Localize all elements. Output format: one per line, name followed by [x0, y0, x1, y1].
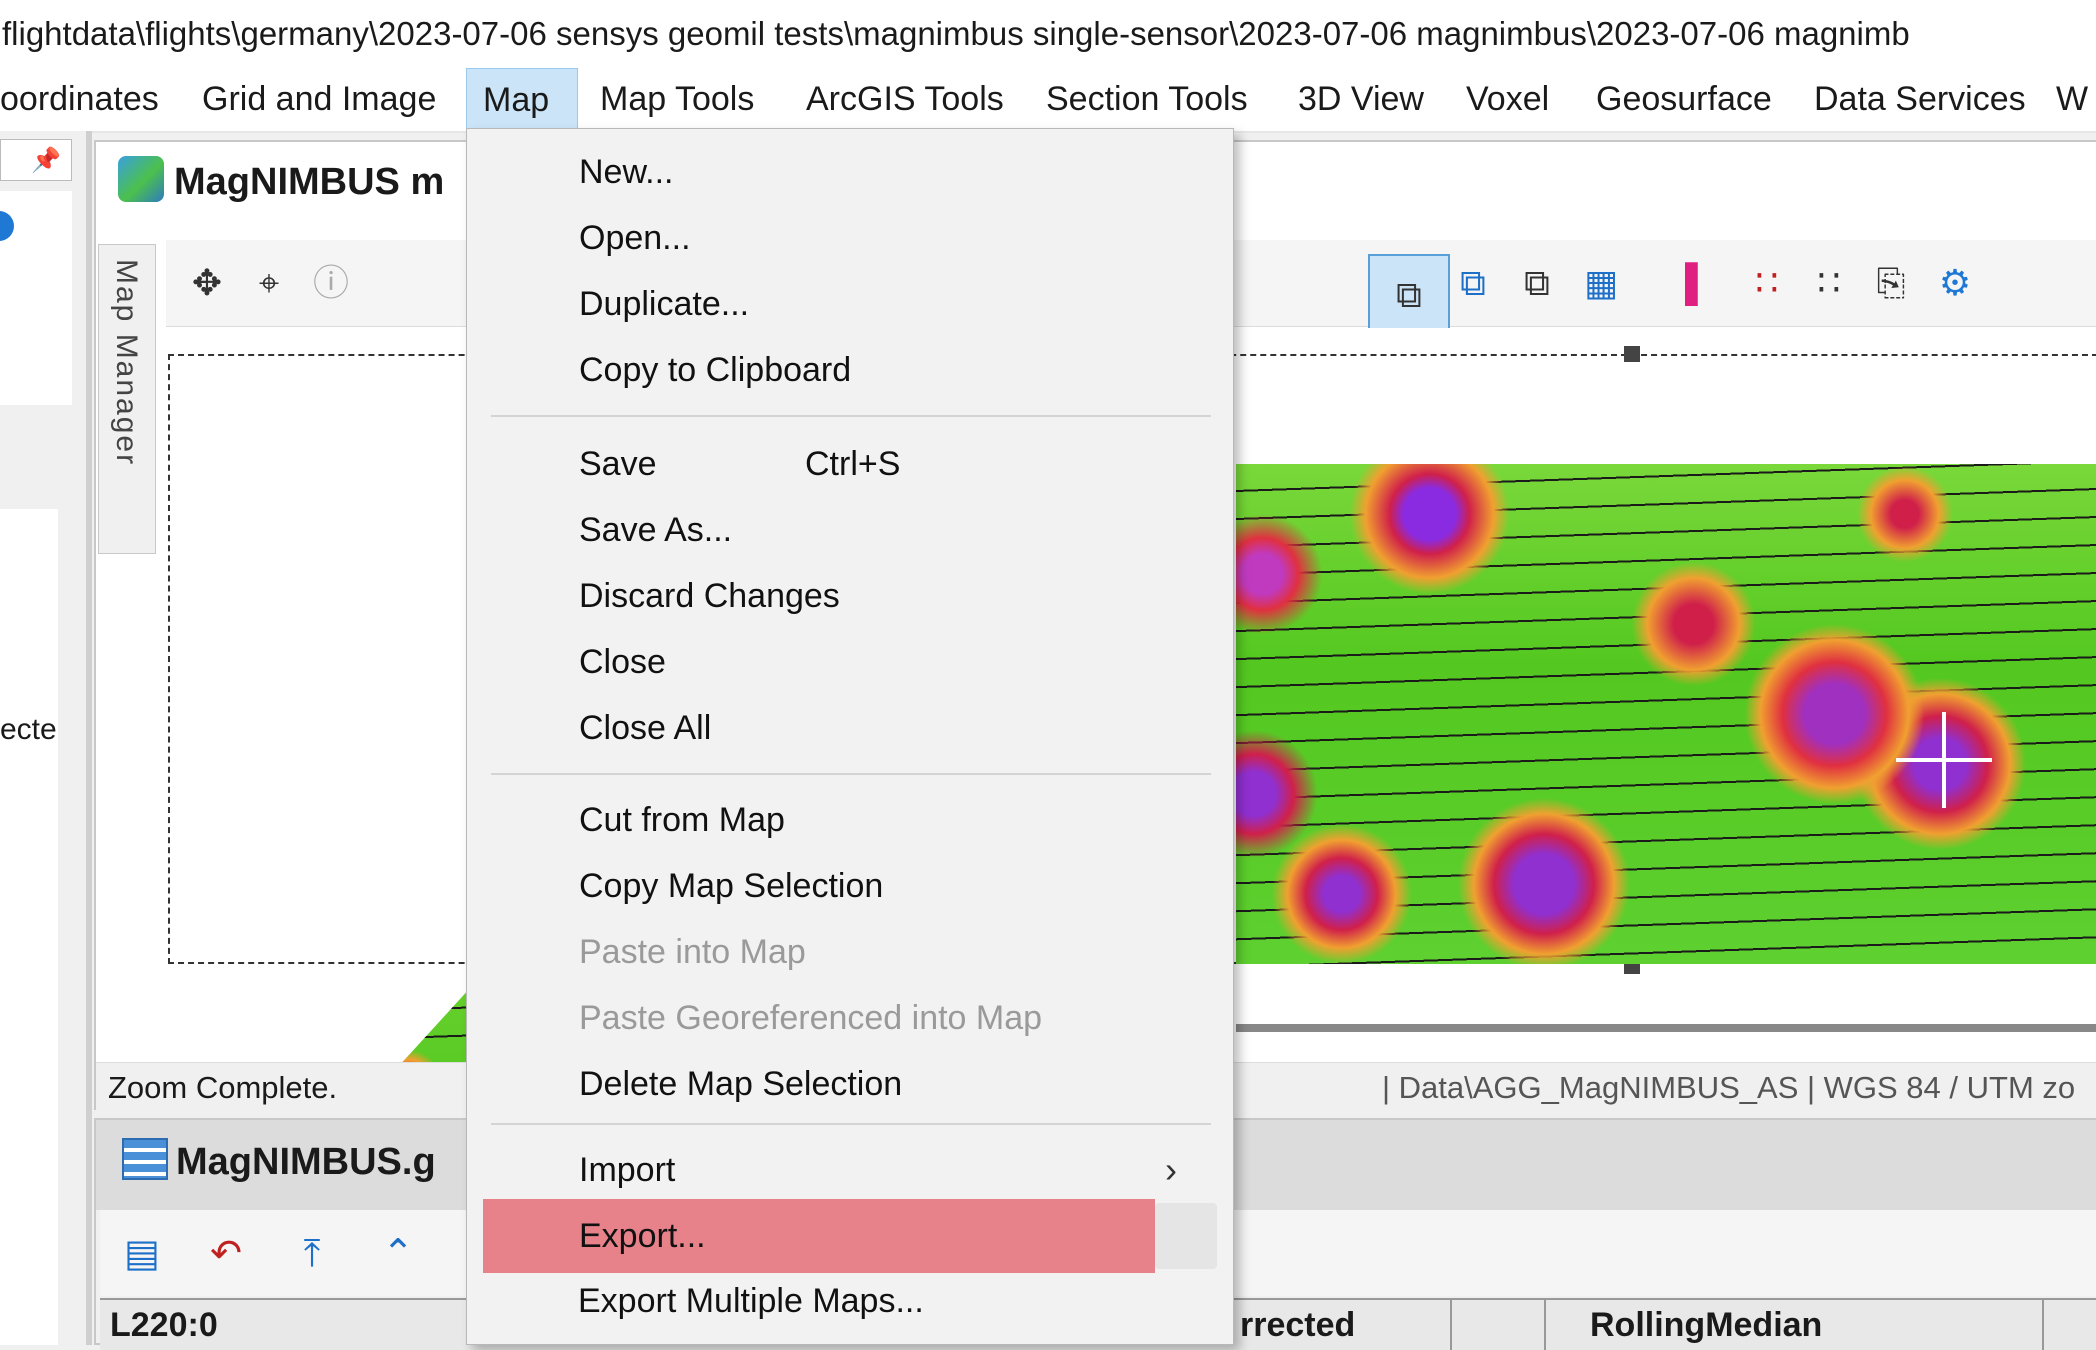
menu-map-tools[interactable]: Map Tools [584, 68, 770, 131]
menu-item-new[interactable]: New... [579, 141, 673, 203]
previous-line-icon[interactable]: ⌃ [372, 1228, 424, 1280]
menu-bar: oordinates Grid and Image Map Map Tools … [0, 68, 2096, 133]
dock-splitter[interactable] [86, 131, 92, 1345]
dock-content-list [0, 509, 58, 1345]
chevron-right-icon: › [1165, 1149, 1177, 1190]
pin-icon[interactable]: 📌 [31, 146, 61, 175]
menu-hover-background [1155, 1203, 1217, 1269]
menu-icon-gutter [467, 129, 567, 1344]
link-icon[interactable]: ⎘ [1866, 258, 1916, 308]
menu-item-close-all[interactable]: Close All [579, 697, 711, 759]
status-database-info: | Data\AGG_MagNIMBUS_AS | WGS 84 / UTM z… [1382, 1070, 2076, 1105]
info-icon[interactable]: ⓘ [306, 258, 356, 308]
menu-item-save-as[interactable]: Save As... [579, 499, 732, 561]
menu-item-close[interactable]: Close [579, 631, 666, 693]
window-title-path: flightdata\flights\germany\2023-07-06 se… [2, 15, 1910, 52]
menu-item-discard-changes[interactable]: Discard Changes [579, 565, 840, 627]
selection-handle-top[interactable] [1624, 346, 1640, 362]
menu-item-delete-map-selection[interactable]: Delete Map Selection [579, 1053, 902, 1115]
left-dock-panel: 📌 ecte [0, 131, 86, 1345]
menu-item-save-label: Save [579, 445, 657, 483]
pan-icon[interactable]: ✥ [182, 258, 232, 308]
save-database-icon[interactable]: ▤ [116, 1228, 168, 1280]
map-manager-label: Map Manager [110, 259, 143, 467]
menu-separator [491, 415, 1211, 417]
menu-item-save[interactable]: Save Ctrl+S [579, 433, 1179, 495]
menu-grid-and-image[interactable]: Grid and Image [186, 68, 452, 131]
menu-3d-view[interactable]: 3D View [1282, 68, 1440, 131]
gear-icon[interactable]: ⚙ [1930, 258, 1980, 308]
menu-data-services[interactable]: Data Services [1798, 68, 2042, 131]
menu-voxel[interactable]: Voxel [1450, 68, 1565, 131]
database-window-title: MagNIMBUS.g [122, 1138, 436, 1184]
menu-item-export[interactable]: Export... [579, 1205, 706, 1267]
dot-grid-icon[interactable]: ∷ [1804, 258, 1854, 308]
status-message: Zoom Complete. [108, 1070, 338, 1105]
menu-separator [491, 773, 1211, 775]
menu-section-tools[interactable]: Section Tools [1030, 68, 1264, 131]
layer-front-icon[interactable]: ⧉ [1368, 254, 1450, 336]
menu-item-export-multiple-maps[interactable]: Export Multiple Maps... [578, 1270, 924, 1332]
database-icon [122, 1138, 168, 1180]
menu-item-paste-into-map: Paste into Map [579, 933, 806, 971]
column-line-header[interactable]: L220:0 [110, 1306, 218, 1345]
revert-icon[interactable]: ↶ [200, 1228, 252, 1280]
window-title-bar: flightdata\flights\germany\2023-07-06 se… [0, 0, 2096, 68]
menu-separator [491, 1123, 1211, 1125]
menu-item-paste-georeferenced: Paste Georeferenced into Map [579, 999, 1043, 1037]
globe-icon [118, 156, 164, 202]
dock-partial-text: ecte [0, 713, 57, 746]
crosshair-cursor-icon [1896, 712, 1992, 808]
menu-map[interactable]: Map [466, 68, 578, 131]
menu-item-import[interactable]: Import [579, 1139, 675, 1201]
magnet-grid-icon[interactable]: ∷ [1742, 258, 1792, 308]
layer-grid-icon[interactable]: ▦ [1576, 258, 1626, 308]
map-horizontal-scrollbar[interactable] [1236, 1024, 2096, 1032]
menu-item-cut-from-map[interactable]: Cut from Map [579, 789, 785, 851]
map-menu-dropdown: New... Open... Duplicate... Copy to Clip… [466, 128, 1234, 1345]
first-line-icon[interactable]: ⤒ [286, 1228, 338, 1280]
menu-window[interactable]: W [2040, 68, 2096, 131]
layer-back-icon[interactable]: ⧉ [1448, 258, 1498, 308]
menu-item-save-shortcut: Ctrl+S [805, 445, 901, 483]
menu-item-copy-to-clipboard[interactable]: Copy to Clipboard [579, 339, 851, 401]
menu-geosurface[interactable]: Geosurface [1580, 68, 1788, 131]
target-icon[interactable]: ⌖ [244, 258, 294, 308]
dock-header: 📌 [0, 139, 72, 181]
color-bar-icon[interactable]: ▐ [1660, 258, 1710, 308]
menu-item-duplicate[interactable]: Duplicate... [579, 273, 749, 335]
menu-item-open[interactable]: Open... [579, 207, 691, 269]
menu-item-copy-map-selection[interactable]: Copy Map Selection [579, 855, 883, 917]
map-manager-tab[interactable]: Map Manager [98, 244, 156, 554]
layer-group-icon[interactable]: ⧉ [1512, 258, 1562, 308]
menu-arcgis-tools[interactable]: ArcGIS Tools [790, 68, 1020, 131]
column-rollingmedian-header[interactable]: RollingMedian [1590, 1306, 1822, 1345]
column-corrected-header[interactable]: rrected [1240, 1306, 1355, 1345]
map-window-title: MagNIMBUS m [118, 156, 444, 204]
menu-coordinates[interactable]: oordinates [0, 68, 175, 131]
